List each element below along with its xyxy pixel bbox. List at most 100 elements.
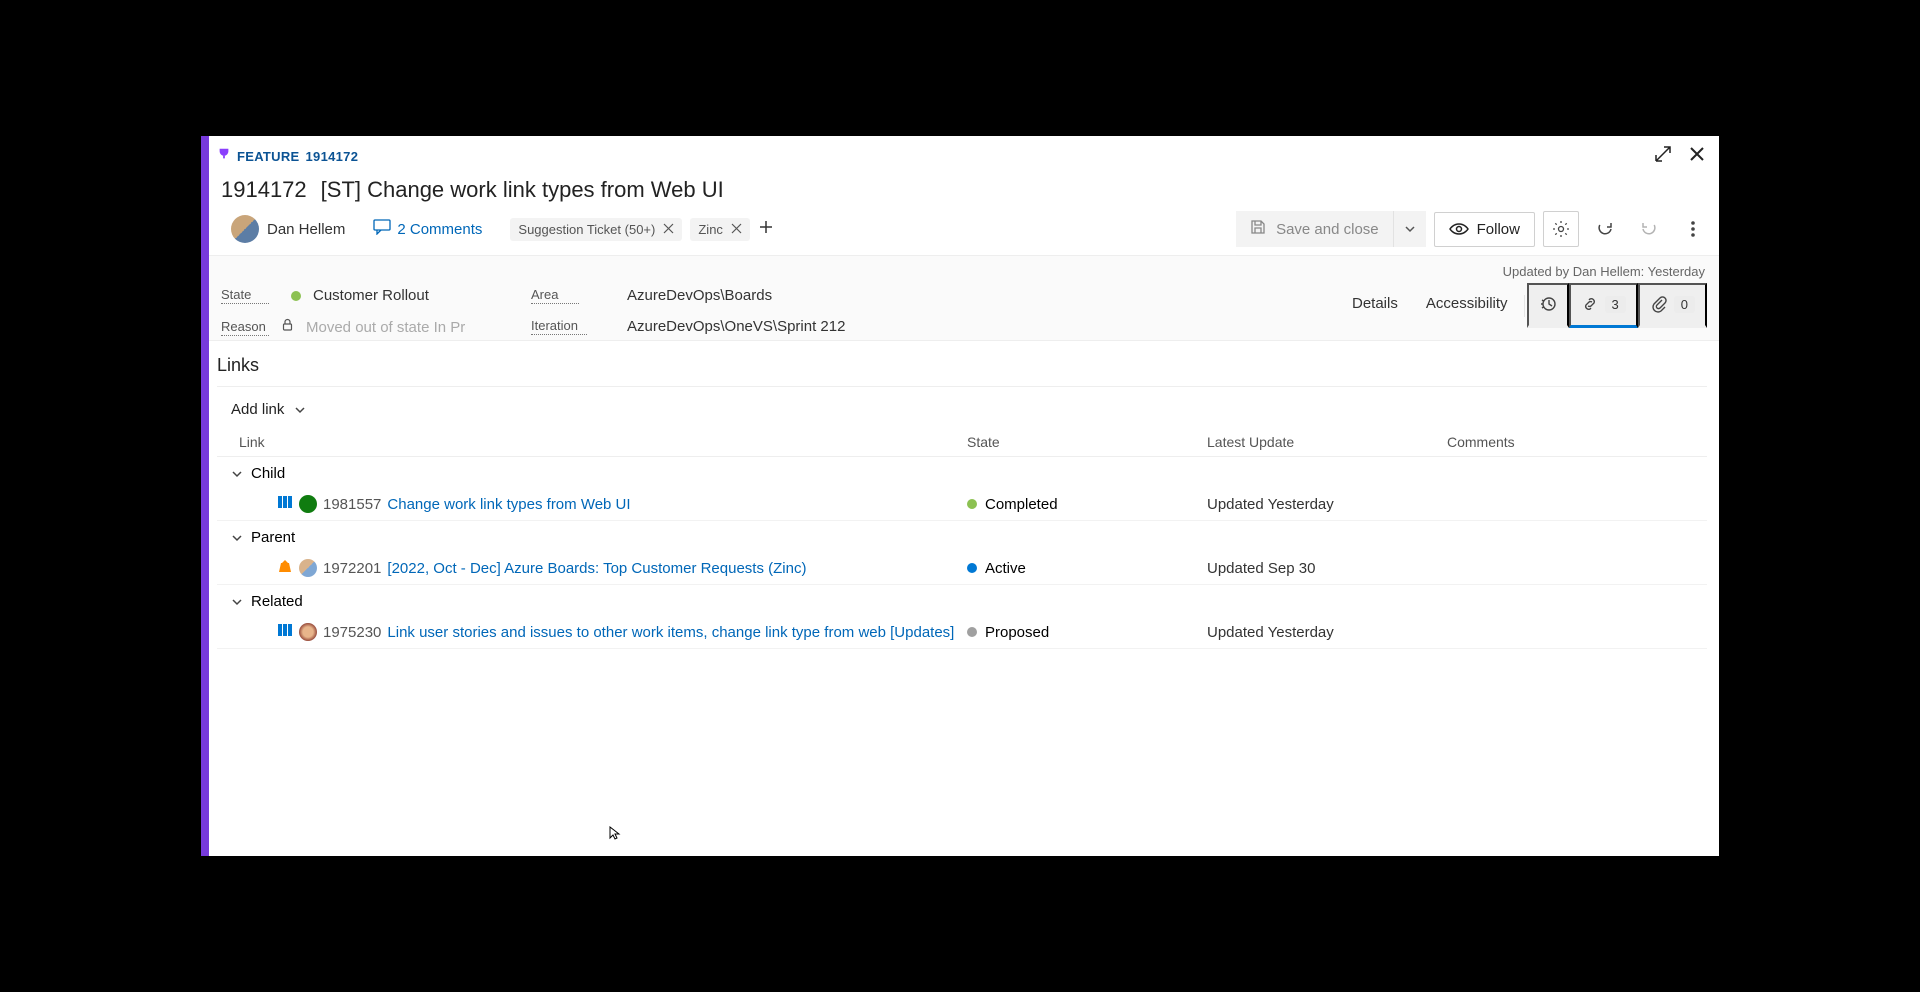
attachment-icon [1650, 295, 1668, 313]
work-item-title[interactable]: [ST] Change work link types from Web UI [321, 177, 724, 203]
lock-icon [281, 318, 294, 336]
save-dropdown[interactable] [1393, 211, 1426, 247]
state-dot-icon [967, 627, 977, 637]
follow-label: Follow [1477, 221, 1520, 238]
iteration-value[interactable]: AzureDevOps\OneVS\Sprint 212 [627, 318, 845, 335]
assignee[interactable]: Dan Hellem [231, 215, 345, 243]
state-label: State [221, 287, 269, 304]
link-group-toggle[interactable]: Related [217, 585, 1707, 616]
link-id: 1972201 [323, 560, 381, 577]
refresh-button[interactable] [1587, 211, 1623, 247]
reason-value: Moved out of state In Pro [306, 319, 466, 336]
link-row[interactable]: 1981557 Change work link types from Web … [217, 488, 1707, 521]
link-state: Completed [985, 496, 1058, 513]
eye-icon [1449, 222, 1469, 236]
group-name: Child [251, 465, 285, 482]
tab-attachments[interactable]: 0 [1638, 283, 1707, 328]
tab-history[interactable] [1527, 283, 1569, 328]
links-count: 3 [1605, 296, 1626, 313]
comments-link[interactable]: 2 Comments [373, 219, 482, 239]
link-updated: Updated Yesterday [1207, 496, 1447, 513]
tag-remove-icon[interactable] [731, 222, 742, 237]
group-name: Parent [251, 529, 295, 546]
tags: Suggestion Ticket (50+) Zinc [510, 218, 774, 241]
state-value[interactable]: Customer Rollout [313, 287, 429, 304]
tag-label: Zinc [698, 222, 723, 237]
link-title[interactable]: [2022, Oct - Dec] Azure Boards: Top Cust… [387, 560, 806, 577]
link-updated: Updated Yesterday [1207, 624, 1447, 641]
area-value[interactable]: AzureDevOps\Boards [627, 287, 772, 304]
iteration-label: Iteration [531, 318, 587, 335]
links-grid: Link State Latest Update Comments Child … [217, 428, 1707, 649]
avatar-icon [299, 559, 317, 577]
gear-icon [1552, 220, 1570, 238]
more-actions-button[interactable] [1675, 211, 1711, 247]
link-row[interactable]: 1972201 [2022, Oct - Dec] Azure Boards: … [217, 552, 1707, 585]
attachments-count: 0 [1674, 296, 1695, 313]
avatar-icon [299, 495, 317, 513]
comments-label: 2 Comments [397, 221, 482, 238]
link-row[interactable]: 1975230 Link user stories and issues to … [217, 616, 1707, 649]
link-group-toggle[interactable]: Parent [217, 521, 1707, 552]
assignee-name: Dan Hellem [267, 221, 345, 238]
avatar [231, 215, 259, 243]
revert-button[interactable] [1631, 211, 1667, 247]
link-updated: Updated Sep 30 [1207, 560, 1447, 577]
work-item-dialog: FEATURE 1914172 1914172 [ST] Change work… [201, 136, 1719, 856]
breadcrumb-type: FEATURE [237, 149, 300, 164]
state-dot-icon [291, 291, 301, 301]
fullscreen-icon[interactable] [1653, 144, 1673, 169]
tab-links[interactable]: 3 [1569, 283, 1638, 328]
link-id: 1975230 [323, 624, 381, 641]
cursor-icon [609, 826, 623, 840]
link-state: Proposed [985, 624, 1049, 641]
title-row: 1914172 [ST] Change work link types from… [209, 169, 1719, 209]
link-title[interactable]: Change work link types from Web UI [387, 496, 630, 513]
grid-header: Link State Latest Update Comments [217, 428, 1707, 457]
col-link[interactable]: Link [227, 434, 967, 450]
chevron-down-icon [294, 404, 306, 416]
chevron-down-icon [231, 596, 243, 608]
link-group-toggle[interactable]: Child [217, 457, 1707, 488]
save-label: Save and close [1276, 221, 1379, 238]
user-story-icon [277, 622, 293, 642]
save-icon [1250, 219, 1266, 239]
link-state: Active [985, 560, 1026, 577]
col-state[interactable]: State [967, 434, 1207, 450]
link-title[interactable]: Link user stories and issues to other wo… [387, 624, 954, 641]
area-label: Area [531, 287, 579, 304]
save-and-close-button: Save and close [1236, 211, 1393, 247]
state-dot-icon [967, 563, 977, 573]
group-name: Related [251, 593, 303, 610]
chevron-down-icon [231, 532, 243, 544]
breadcrumb-id: 1914172 [306, 149, 359, 164]
tag[interactable]: Zinc [690, 218, 750, 241]
kebab-icon [1684, 220, 1702, 238]
tab-details[interactable]: Details [1338, 285, 1412, 327]
tag[interactable]: Suggestion Ticket (50+) [510, 218, 682, 241]
chevron-down-icon [231, 468, 243, 480]
col-comments[interactable]: Comments [1447, 434, 1697, 450]
tab-bar: Details Accessibility 3 0 [1338, 283, 1707, 328]
settings-button[interactable] [1543, 211, 1579, 247]
tag-remove-icon[interactable] [663, 222, 674, 237]
trophy-icon [217, 147, 231, 166]
breadcrumb[interactable]: FEATURE 1914172 [217, 147, 358, 166]
comment-icon [373, 219, 391, 239]
add-link-button[interactable]: Add link [217, 387, 306, 428]
tab-accessibility[interactable]: Accessibility [1412, 285, 1522, 327]
updated-by-text: Updated by Dan Hellem: Yesterday [221, 262, 1707, 283]
links-heading: Links [217, 355, 1707, 387]
links-icon [1581, 295, 1599, 313]
close-icon[interactable] [1687, 144, 1707, 169]
undo-icon [1640, 220, 1658, 238]
col-latest-update[interactable]: Latest Update [1207, 434, 1447, 450]
reason-label: Reason [221, 319, 269, 336]
add-tag-button[interactable] [758, 219, 774, 240]
state-dot-icon [967, 499, 977, 509]
history-icon [1539, 295, 1557, 313]
follow-button[interactable]: Follow [1434, 212, 1535, 247]
epic-icon [277, 558, 293, 578]
work-item-id: 1914172 [221, 177, 307, 203]
user-story-icon [277, 494, 293, 514]
